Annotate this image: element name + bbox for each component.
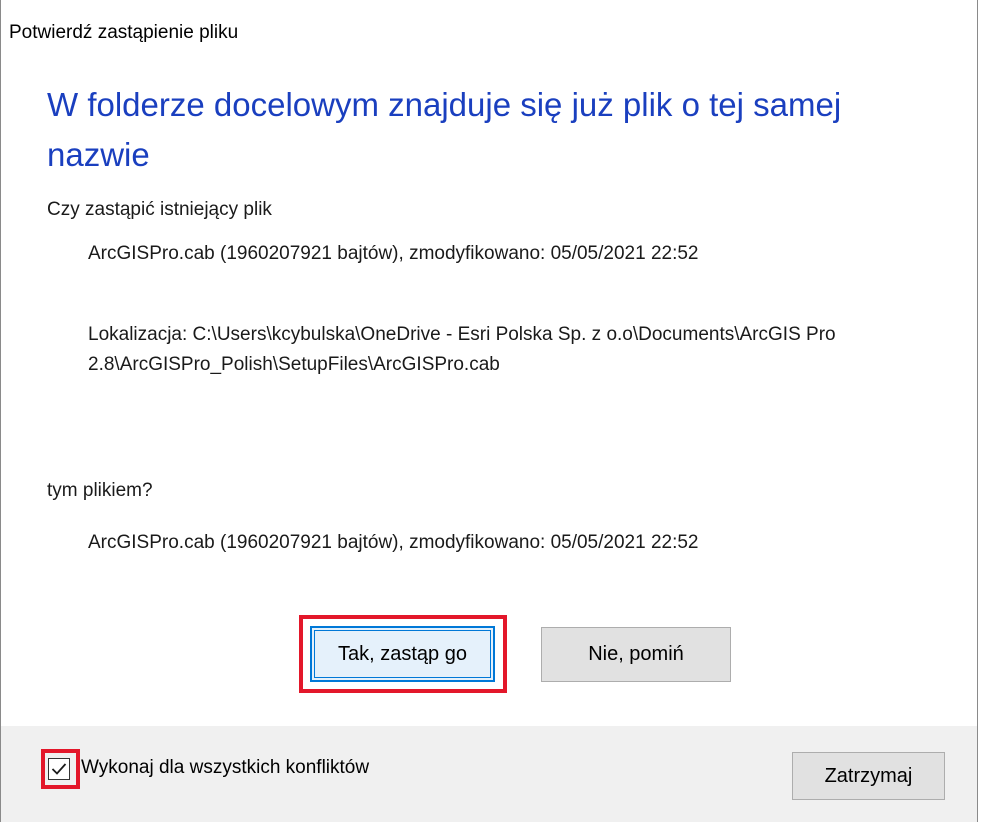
skip-button[interactable]: Nie, pomiń (541, 627, 731, 682)
replace-button-label: Tak, zastąp go (338, 642, 467, 665)
with-file-question: tym plikiem? (47, 480, 153, 501)
stop-button-label: Zatrzymaj (824, 764, 913, 787)
confirm-replace-dialog: Potwierdź zastąpienie pliku W folderze d… (0, 0, 978, 822)
apply-all-label[interactable]: Wykonaj dla wszystkich konfliktów (81, 757, 369, 779)
checkmark-icon (51, 763, 67, 775)
replace-button[interactable]: Tak, zastąp go (310, 626, 495, 682)
stop-button[interactable]: Zatrzymaj (792, 752, 945, 800)
dialog-heading: W folderze docelowym znajduje się już pl… (47, 86, 842, 173)
apply-all-checkbox[interactable] (48, 758, 70, 780)
skip-button-label: Nie, pomiń (588, 643, 684, 665)
replace-question: Czy zastąpić istniejący plik (47, 199, 272, 220)
existing-file-info: ArcGISPro.cab (1960207921 bajtów), zmody… (88, 243, 699, 264)
window-title: Potwierdź zastąpienie pliku (9, 22, 239, 43)
title-bar[interactable]: Potwierdź zastąpienie pliku (1, 0, 977, 56)
existing-file-location: Lokalizacja: C:\Users\kcybulska\OneDrive… (88, 324, 836, 375)
new-file-info: ArcGISPro.cab (1960207921 bajtów), zmody… (88, 532, 699, 553)
